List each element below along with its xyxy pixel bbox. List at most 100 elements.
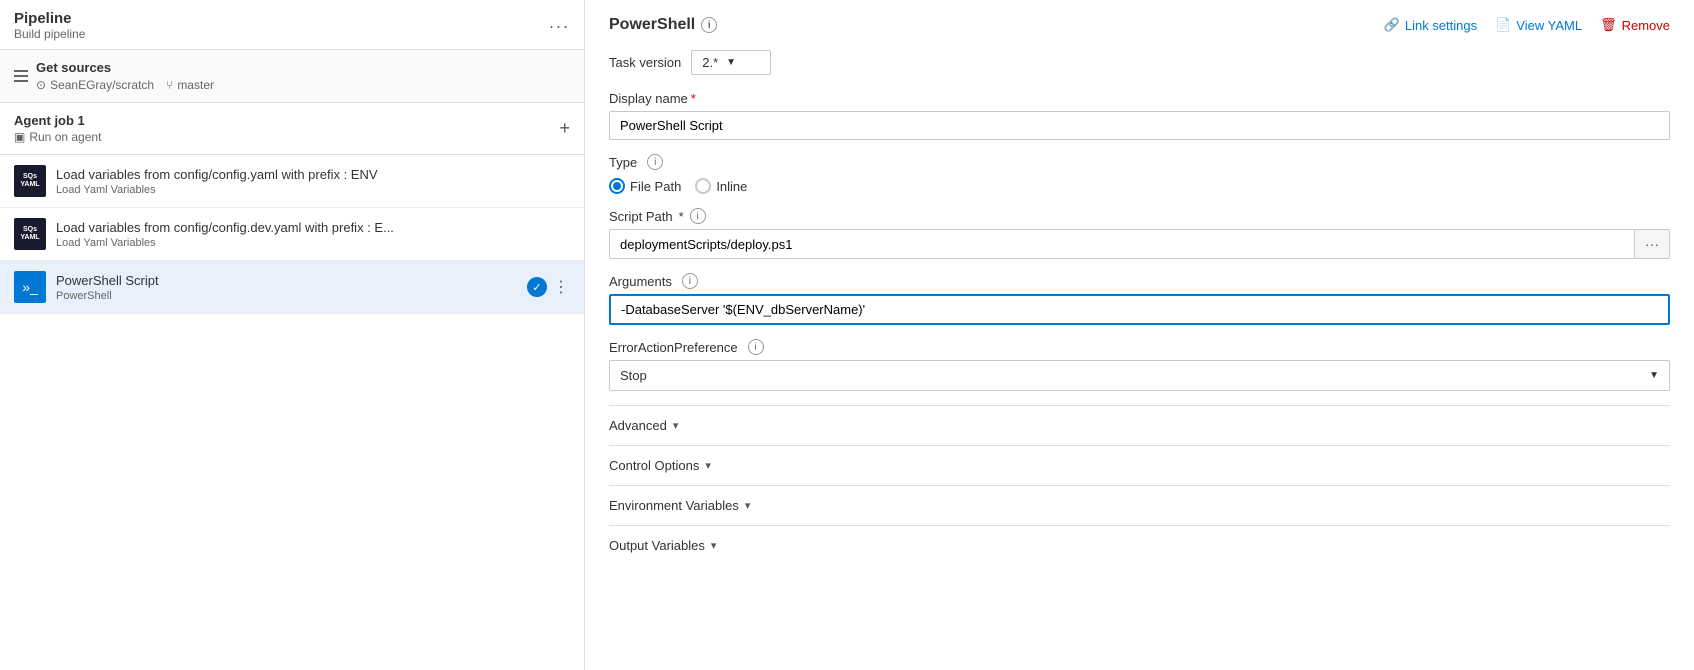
- script-path-info-icon[interactable]: i: [690, 208, 706, 224]
- right-panel: PowerShell i 🔗 Link settings 📄 View YAML…: [585, 0, 1694, 670]
- task-yaml-icon: SQsYAML: [14, 165, 46, 197]
- arguments-info-icon[interactable]: i: [682, 273, 698, 289]
- script-path-label: Script Path: [609, 209, 673, 224]
- environment-variables-header[interactable]: Environment Variables ▾: [609, 498, 1670, 513]
- type-section: Type i File Path Inline: [609, 154, 1670, 194]
- arguments-section: Arguments i: [609, 273, 1670, 325]
- radio-inline[interactable]: Inline: [695, 178, 747, 194]
- pipeline-title-group: Pipeline Build pipeline: [14, 10, 85, 41]
- pipeline-title: Pipeline: [14, 10, 85, 27]
- pipeline-subtitle: Build pipeline: [14, 27, 85, 41]
- radio-filepath-circle: [609, 178, 625, 194]
- error-action-value: Stop: [620, 368, 647, 383]
- script-path-required: *: [679, 209, 684, 224]
- script-path-browse-button[interactable]: ···: [1634, 230, 1669, 258]
- panel-title-text: PowerShell: [609, 16, 695, 34]
- task-item-powershell[interactable]: »_ PowerShell Script PowerShell ✓ ⋮: [0, 261, 584, 314]
- type-label: Type: [609, 155, 637, 170]
- task-check-icon: ✓: [527, 277, 547, 297]
- error-action-section: ErrorActionPreference i Stop ▼: [609, 339, 1670, 391]
- task-item[interactable]: SQsYAML Load variables from config/confi…: [0, 208, 584, 261]
- type-info-icon[interactable]: i: [647, 154, 663, 170]
- arguments-label: Arguments: [609, 274, 672, 289]
- get-sources-info: Get sources ⊙ SeanEGray/scratch ⑂ master: [36, 60, 570, 92]
- remove-button[interactable]: 🗑 Remove: [1600, 17, 1670, 33]
- panel-info-icon[interactable]: i: [701, 17, 717, 33]
- agent-job-title: Agent job 1: [14, 113, 101, 128]
- control-options-label: Control Options: [609, 458, 699, 473]
- advanced-header[interactable]: Advanced ▾: [609, 418, 1670, 433]
- advanced-chevron: ▾: [673, 419, 679, 432]
- display-name-section: Display name *: [609, 91, 1670, 140]
- error-action-info-icon[interactable]: i: [748, 339, 764, 355]
- branch-icon: ⑂: [166, 78, 173, 92]
- control-options-header[interactable]: Control Options ▾: [609, 458, 1670, 473]
- control-options-chevron: ▾: [705, 459, 711, 472]
- task-actions: ✓ ⋮: [527, 277, 570, 297]
- left-panel: Pipeline Build pipeline ... Get sources …: [0, 0, 585, 670]
- environment-variables-label: Environment Variables: [609, 498, 739, 513]
- arguments-input[interactable]: [609, 294, 1670, 325]
- script-path-label-row: Script Path * i: [609, 208, 1670, 224]
- display-name-label: Display name *: [609, 91, 1670, 106]
- version-chevron: ▼: [726, 57, 736, 68]
- task-info: Load variables from config/config.dev.ya…: [56, 220, 570, 249]
- agent-job-header: Agent job 1 ▣ Run on agent +: [0, 103, 584, 155]
- output-variables-chevron: ▾: [711, 539, 717, 552]
- task-type: PowerShell: [56, 290, 517, 302]
- repo-icon: ⊙: [36, 78, 46, 92]
- error-action-chevron: ▼: [1649, 370, 1659, 381]
- agent-job-info: Agent job 1 ▣ Run on agent: [14, 113, 101, 144]
- task-info: Load variables from config/config.yaml w…: [56, 167, 570, 196]
- link-settings-button[interactable]: 🔗 Link settings: [1384, 17, 1477, 33]
- task-version-select[interactable]: 2.* ▼: [691, 50, 771, 75]
- agent-job-subtitle: ▣ Run on agent: [14, 130, 101, 144]
- radio-inline-circle: [695, 178, 711, 194]
- environment-variables-chevron: ▾: [745, 499, 751, 512]
- task-item[interactable]: SQsYAML Load variables from config/confi…: [0, 155, 584, 208]
- output-variables-section: Output Variables ▾: [609, 525, 1670, 565]
- error-action-dropdown[interactable]: Stop ▼: [609, 360, 1670, 391]
- link-icon: 🔗: [1384, 17, 1400, 33]
- radio-inline-label: Inline: [716, 179, 747, 194]
- environment-variables-section: Environment Variables ▾: [609, 485, 1670, 525]
- display-name-required: *: [691, 91, 696, 106]
- task-list: SQsYAML Load variables from config/confi…: [0, 155, 584, 314]
- version-value: 2.*: [702, 55, 718, 70]
- get-sources-section: Get sources ⊙ SeanEGray/scratch ⑂ master: [0, 50, 584, 103]
- hamburger-icon[interactable]: [14, 70, 28, 82]
- task-version-row: Task version 2.* ▼: [609, 50, 1670, 75]
- display-name-input[interactable]: [609, 111, 1670, 140]
- task-type: Load Yaml Variables: [56, 237, 570, 249]
- advanced-label: Advanced: [609, 418, 667, 433]
- advanced-section: Advanced ▾: [609, 405, 1670, 445]
- radio-filepath[interactable]: File Path: [609, 178, 681, 194]
- task-info: PowerShell Script PowerShell: [56, 273, 517, 302]
- task-context-menu[interactable]: ⋮: [553, 277, 570, 297]
- output-variables-header[interactable]: Output Variables ▾: [609, 538, 1670, 553]
- yaml-icon: 📄: [1495, 17, 1511, 33]
- repo-name: SeanEGray/scratch: [50, 78, 154, 92]
- task-version-label: Task version: [609, 55, 681, 70]
- repo-meta: ⊙ SeanEGray/scratch: [36, 78, 154, 92]
- panel-title: PowerShell i: [609, 16, 717, 34]
- type-radio-group: File Path Inline: [609, 178, 1670, 194]
- panel-top-bar: PowerShell i 🔗 Link settings 📄 View YAML…: [609, 16, 1670, 34]
- agent-job-section: Agent job 1 ▣ Run on agent + SQsYAML Loa…: [0, 103, 584, 314]
- branch-meta: ⑂ master: [166, 78, 214, 92]
- get-sources-meta: ⊙ SeanEGray/scratch ⑂ master: [36, 78, 570, 92]
- task-yaml-icon: SQsYAML: [14, 218, 46, 250]
- branch-name: master: [177, 78, 214, 92]
- task-name: Load variables from config/config.dev.ya…: [56, 220, 570, 235]
- script-path-input[interactable]: [610, 230, 1634, 258]
- add-task-button[interactable]: +: [559, 118, 570, 139]
- trash-icon: 🗑: [1600, 17, 1617, 33]
- pipeline-dots-menu[interactable]: ...: [549, 12, 570, 33]
- script-path-section: Script Path * i ···: [609, 208, 1670, 259]
- task-name: PowerShell Script: [56, 273, 517, 288]
- task-type: Load Yaml Variables: [56, 184, 570, 196]
- pipeline-header: Pipeline Build pipeline ...: [0, 0, 584, 50]
- error-action-label: ErrorActionPreference: [609, 340, 738, 355]
- task-ps-icon: »_: [14, 271, 46, 303]
- view-yaml-button[interactable]: 📄 View YAML: [1495, 17, 1582, 33]
